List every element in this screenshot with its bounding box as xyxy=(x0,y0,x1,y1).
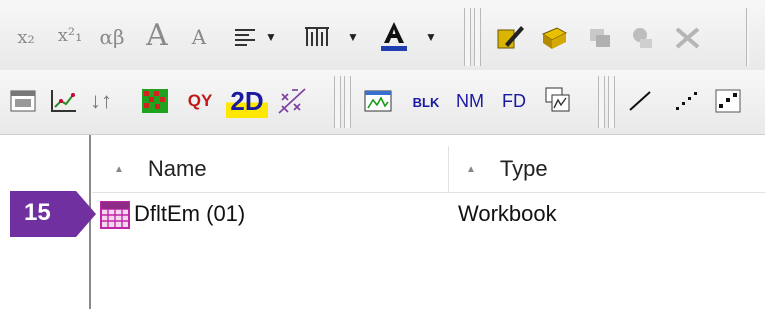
workbook-icon xyxy=(100,201,130,234)
callout-number: 15 xyxy=(24,199,51,226)
xyz-tool-icon[interactable] xyxy=(272,84,312,118)
disabled-tool-icon xyxy=(626,22,662,54)
nm-button[interactable]: NM xyxy=(450,86,490,116)
column-divider[interactable] xyxy=(448,146,449,192)
align-icon[interactable] xyxy=(228,22,262,52)
qy-button[interactable]: QY xyxy=(180,86,220,116)
book-icon[interactable] xyxy=(536,20,572,54)
toolbar-separator xyxy=(746,8,749,66)
chevron-down-icon[interactable]: ▼ xyxy=(344,28,362,46)
item-type: Workbook xyxy=(458,201,557,226)
list-item[interactable]: DfltEm (01) Workbook xyxy=(98,199,758,231)
chevron-down-icon[interactable]: ▼ xyxy=(422,28,440,46)
line-tool-icon[interactable] xyxy=(622,86,658,116)
column-header-type[interactable]: ▲ Type xyxy=(466,146,548,192)
superscript-subscript-button[interactable]: x²₁ xyxy=(50,20,90,50)
tools-toolbar: ↓↑ QY 2D BLK NM FD xyxy=(0,70,765,135)
callout-badge: 15 xyxy=(10,191,96,237)
2d-button[interactable]: 2D xyxy=(226,84,268,118)
scatter-points-icon[interactable] xyxy=(668,86,704,116)
column-header-name[interactable]: ▲ Name xyxy=(114,146,207,192)
barcode-icon[interactable] xyxy=(300,22,334,52)
blk-button[interactable]: BLK xyxy=(404,88,448,116)
subscript-button[interactable]: x₂ xyxy=(6,22,46,52)
sort-up-icon: ▲ xyxy=(466,163,476,175)
heatmap-icon[interactable] xyxy=(138,86,172,116)
column-header-label: Name xyxy=(147,156,207,181)
grid-points-icon[interactable] xyxy=(710,86,746,116)
disabled-tool-icon xyxy=(582,22,618,54)
disabled-tool-icon xyxy=(670,22,706,54)
item-name: DfltEm (01) xyxy=(134,201,246,226)
decrease-font-button[interactable]: A xyxy=(182,22,216,52)
toolbar-separator xyxy=(474,8,481,66)
window-icon[interactable] xyxy=(6,86,40,116)
fd-button[interactable]: FD xyxy=(494,86,534,116)
greek-button[interactable]: αβ xyxy=(92,22,132,52)
spectrum-window-icon[interactable] xyxy=(360,86,396,116)
column-header-label: Type xyxy=(499,156,548,181)
chevron-down-icon[interactable]: ▼ xyxy=(262,28,280,46)
format-toolbar: x₂ x²₁ αβ A A ▼ ▼ ▼ xyxy=(0,0,765,71)
sort-up-icon: ▲ xyxy=(114,163,124,175)
toolbar-separator xyxy=(464,8,471,66)
font-color-icon[interactable] xyxy=(376,18,412,54)
increase-font-button[interactable]: A xyxy=(138,18,176,53)
spectra-stack-icon[interactable] xyxy=(540,84,576,116)
toolbar-separator xyxy=(608,76,615,128)
scatter-chart-icon[interactable] xyxy=(46,86,80,116)
sort-arrows-icon[interactable]: ↓↑ xyxy=(86,86,116,116)
toolbar-separator xyxy=(598,76,605,128)
edit-note-icon[interactable] xyxy=(492,20,528,54)
toolbar-separator xyxy=(334,76,341,128)
toolbar-separator xyxy=(344,76,351,128)
